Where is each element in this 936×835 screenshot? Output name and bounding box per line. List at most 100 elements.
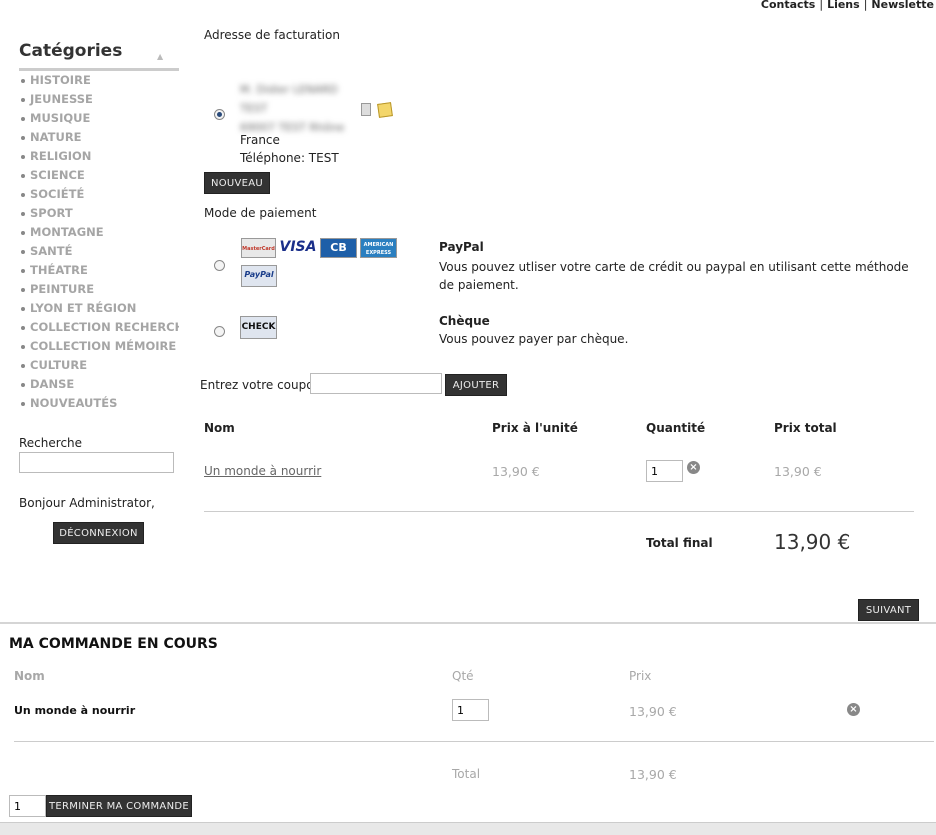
categories-title: Catégories (19, 41, 123, 61)
mastercard-icon: MasterCard (241, 238, 276, 258)
category-item[interactable]: SPORT (21, 206, 179, 225)
section-separator (0, 622, 936, 624)
paypal-title: PayPal (439, 240, 484, 254)
check-description: Vous pouvez payer par chèque. (439, 332, 629, 346)
product-link[interactable]: Un monde à nourrir (204, 464, 321, 478)
col-header-name: Nom (204, 421, 235, 435)
coupon-input[interactable] (310, 373, 442, 394)
bullet-icon (21, 401, 25, 406)
bullet-icon (21, 154, 25, 159)
blurred-address: M. Didier LENARD TEST 69007 TEST Rhône (240, 83, 345, 134)
bullet-icon (21, 287, 25, 292)
bullet-icon (21, 192, 25, 197)
check-logo-icon: CHECK (240, 316, 277, 339)
order-header-name: Nom (14, 669, 45, 683)
billing-heading: Adresse de facturation (204, 28, 340, 42)
category-item[interactable]: NOUVEAUTÉS (21, 396, 179, 415)
next-button[interactable]: SUIVANT (858, 599, 919, 621)
contacts-link[interactable]: Contacts (761, 0, 815, 11)
order-header-qty: Qté (452, 669, 474, 683)
paypal-logo-icon: PayPal (241, 265, 277, 287)
bullet-icon (21, 325, 25, 330)
total-final-value: 13,90 € (774, 530, 851, 554)
category-item[interactable]: COLLECTION MÉMOIRE (21, 339, 179, 358)
collapse-caret-icon[interactable]: ▲ (157, 52, 163, 61)
col-header-unit-price: Prix à l'unité (492, 421, 578, 435)
bullet-icon (21, 382, 25, 387)
check-radio[interactable] (214, 326, 225, 337)
order-qty-input[interactable] (452, 699, 489, 721)
bullet-icon (21, 363, 25, 368)
category-item[interactable]: DANSE (21, 377, 179, 396)
order-item-name: Un monde à nourrir (14, 704, 136, 717)
edit-address-icon[interactable] (377, 102, 393, 118)
order-divider (14, 741, 934, 742)
bullet-icon (21, 97, 25, 102)
cb-icon: CB (320, 238, 357, 258)
category-item[interactable]: SANTÉ (21, 244, 179, 263)
category-item[interactable]: COLLECTION RECHERCHES (21, 320, 179, 339)
newsletter-link[interactable]: Newslette (871, 0, 934, 11)
visa-icon: VISA (279, 238, 317, 258)
category-item[interactable]: HISTOIRE (21, 73, 179, 92)
billing-country: France (240, 133, 280, 147)
category-item[interactable]: THÉATRE (21, 263, 179, 282)
categories-underline (19, 68, 179, 71)
quantity-input[interactable] (646, 460, 683, 482)
payment-heading: Mode de paiement (204, 206, 317, 220)
bullet-icon (21, 306, 25, 311)
liens-link[interactable]: Liens (827, 0, 860, 11)
bullet-icon (21, 135, 25, 140)
bullet-icon (21, 211, 25, 216)
delete-address-icon[interactable] (361, 103, 371, 116)
paypal-radio[interactable] (214, 260, 225, 271)
total-final-label: Total final (646, 536, 713, 550)
top-links: Contacts | Liens | Newslette (760, 0, 934, 11)
table-divider (204, 511, 914, 512)
bullet-icon (21, 116, 25, 121)
new-address-button[interactable]: NOUVEAU (204, 172, 270, 194)
add-coupon-button[interactable]: AJOUTER (445, 374, 507, 396)
order-remove-icon[interactable]: × (847, 703, 860, 716)
category-item[interactable]: SCIENCE (21, 168, 179, 187)
order-total-value: 13,90 € (629, 767, 677, 782)
bullet-icon (21, 173, 25, 178)
category-item[interactable]: PEINTURE (21, 282, 179, 301)
finish-order-button[interactable]: TERMINER MA COMMANDE (46, 795, 192, 817)
search-input[interactable] (19, 452, 174, 473)
line-total: 13,90 € (774, 464, 822, 479)
remove-item-icon[interactable]: × (687, 461, 700, 474)
current-order-title: MA COMMANDE EN COURS (9, 636, 218, 652)
bullet-icon (21, 344, 25, 349)
coupon-label: Entrez votre coupon (200, 378, 322, 392)
bullet-icon (21, 230, 25, 235)
category-item[interactable]: RELIGION (21, 149, 179, 168)
amex-icon: AMERICAN EXPRESS (360, 238, 397, 258)
order-total-label: Total (452, 767, 481, 781)
category-item[interactable]: MONTAGNE (21, 225, 179, 244)
category-item[interactable]: MUSIQUE (21, 111, 179, 130)
category-item[interactable]: JEUNESSE (21, 92, 179, 111)
category-item[interactable]: CULTURE (21, 358, 179, 377)
bottom-toolbar (0, 822, 936, 835)
category-item[interactable]: SOCIÉTÉ (21, 187, 179, 206)
paypal-description: Vous pouvez utliser votre carte de crédi… (439, 260, 909, 292)
order-item-price: 13,90 € (629, 704, 677, 719)
greeting-text: Bonjour Administrator, (19, 496, 155, 510)
bullet-icon (21, 249, 25, 254)
category-item[interactable]: NATURE (21, 130, 179, 149)
col-header-quantity: Quantité (646, 421, 706, 435)
search-label: Recherche (19, 436, 83, 450)
unit-price: 13,90 € (492, 464, 540, 479)
logout-button[interactable]: DÉCONNEXION (53, 522, 144, 544)
billing-address-radio[interactable] (214, 109, 225, 120)
check-title: Chèque (439, 314, 490, 328)
col-header-total: Prix total (774, 421, 837, 435)
bullet-icon (21, 78, 25, 83)
billing-phone: Téléphone: TEST (240, 151, 339, 165)
finish-qty-input[interactable] (9, 795, 46, 817)
category-list: HISTOIRE JEUNESSE MUSIQUE NATURE RELIGIO… (21, 73, 179, 415)
category-item[interactable]: LYON ET RÉGION (21, 301, 179, 320)
bullet-icon (21, 268, 25, 273)
order-header-price: Prix (629, 669, 652, 683)
